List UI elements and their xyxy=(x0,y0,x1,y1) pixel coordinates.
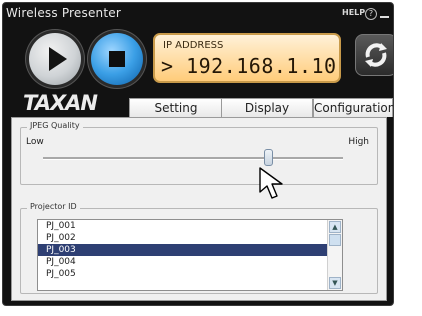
minimize-icon[interactable] xyxy=(380,16,389,18)
projector-list-item[interactable]: PJ_001 xyxy=(38,220,342,232)
projector-items: PJ_001 PJ_002 PJ_003 PJ_004 PJ_005 xyxy=(38,220,342,280)
projector-list-item[interactable]: PJ_005 xyxy=(38,268,342,280)
projector-list-item[interactable]: PJ_004 xyxy=(38,256,342,268)
mouse-pointer-icon xyxy=(259,167,283,199)
list-scrollbar[interactable]: ▲ ▼ xyxy=(327,220,342,290)
high-label: High xyxy=(348,137,369,147)
taxan-logo: TAXAN xyxy=(23,91,98,115)
help-button[interactable]: HELP xyxy=(342,8,365,17)
projector-id-group: Projector ID PJ_001 PJ_002 PJ_003 PJ_004 PJ_… xyxy=(20,202,378,294)
low-label: Low xyxy=(26,137,44,147)
app-window: Wireless Presenter HELP ? × IP ADDRESS >… xyxy=(2,2,394,306)
scrollbar-thumb[interactable] xyxy=(329,234,341,246)
ip-address-value: > 192.168.1.10 xyxy=(161,54,337,78)
stop-button[interactable] xyxy=(91,33,143,85)
tab-configuration[interactable]: Configuration xyxy=(313,98,393,117)
projector-id-title: Projector ID xyxy=(27,202,80,211)
refresh-button[interactable] xyxy=(355,34,393,76)
ip-address-display: IP ADDRESS > 192.168.1.10 xyxy=(153,33,341,83)
window-title: Wireless Presenter xyxy=(6,6,121,20)
play-button[interactable] xyxy=(29,33,81,85)
ip-address-label: IP ADDRESS xyxy=(163,40,224,51)
help-question-icon[interactable]: ? xyxy=(365,8,377,20)
play-icon xyxy=(49,47,67,71)
close-icon[interactable]: × xyxy=(393,6,394,17)
stop-icon xyxy=(109,51,125,67)
tab-display[interactable]: Display xyxy=(221,98,313,117)
quality-slider-track[interactable] xyxy=(43,157,343,160)
jpeg-quality-title: JPEG Quality xyxy=(27,121,83,130)
scroll-up-icon[interactable]: ▲ xyxy=(329,221,341,233)
scroll-down-icon[interactable]: ▼ xyxy=(329,277,341,289)
projector-list-item[interactable]: PJ_003 xyxy=(38,244,342,256)
refresh-icon xyxy=(365,43,387,67)
settings-panel: JPEG Quality Low High Projector ID PJ_00… xyxy=(11,117,387,301)
title-bar[interactable]: Wireless Presenter HELP ? × xyxy=(3,3,393,25)
quality-slider-thumb[interactable] xyxy=(264,149,273,166)
projector-list-item[interactable]: PJ_002 xyxy=(38,232,342,244)
tab-setting[interactable]: Setting xyxy=(129,98,223,117)
jpeg-quality-group: JPEG Quality Low High xyxy=(20,121,378,185)
projector-list[interactable]: PJ_001 PJ_002 PJ_003 PJ_004 PJ_005 ▲ ▼ xyxy=(37,219,343,291)
